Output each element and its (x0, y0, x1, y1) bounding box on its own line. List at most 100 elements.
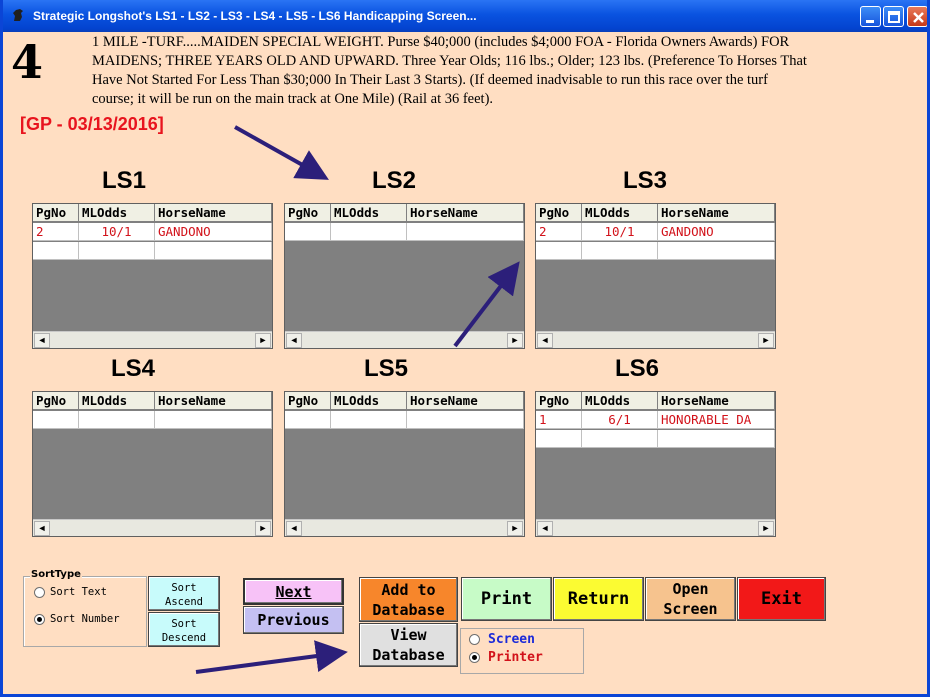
table-row[interactable]: 2 10/1 GANDONO (33, 223, 272, 241)
table-row[interactable] (536, 242, 775, 260)
title-bar[interactable]: Strategic Longshot's LS1 - LS2 - LS3 - L… (3, 0, 927, 32)
cell-odds[interactable] (582, 430, 658, 448)
scroll-right-icon[interactable]: ► (255, 333, 271, 348)
exit-button[interactable]: Exit (737, 577, 826, 621)
column-header-horsename[interactable]: HorseName (407, 204, 524, 222)
horizontal-scrollbar[interactable]: ◄ ► (33, 519, 272, 536)
cell-horse[interactable] (658, 242, 775, 260)
scroll-right-icon[interactable]: ► (758, 521, 774, 536)
horizontal-scrollbar[interactable]: ◄ ► (536, 519, 775, 536)
cell-horse[interactable] (407, 411, 524, 429)
table-row[interactable]: 2 10/1 GANDONO (536, 223, 775, 241)
column-header-pgno[interactable]: PgNo (285, 204, 331, 222)
cell-odds[interactable] (79, 242, 155, 260)
column-header-mlodds[interactable]: MLOdds (331, 204, 407, 222)
column-header-horsename[interactable]: HorseName (407, 392, 524, 410)
column-header-pgno[interactable]: PgNo (285, 392, 331, 410)
cell-horse[interactable]: GANDONO (155, 223, 272, 241)
open-screen-button[interactable]: Open Screen (645, 577, 736, 621)
cell-odds[interactable] (79, 411, 155, 429)
print-button[interactable]: Print (461, 577, 552, 621)
scroll-right-icon[interactable]: ► (255, 521, 271, 536)
scroll-left-icon[interactable]: ◄ (286, 333, 302, 348)
table-row[interactable]: 1 6/1 HONORABLE DA (536, 411, 775, 429)
scroll-right-icon[interactable]: ► (507, 333, 523, 348)
ls1-grid[interactable]: PgNo MLOdds HorseName 2 10/1 GANDONO ◄ ► (32, 203, 273, 349)
cell-horse[interactable] (658, 430, 775, 448)
table-row[interactable] (285, 411, 524, 429)
view-database-button[interactable]: View Database (359, 623, 458, 667)
table-row[interactable] (285, 223, 524, 241)
table-row[interactable] (33, 411, 272, 429)
cell-pgno[interactable]: 2 (536, 223, 582, 241)
ls6-grid[interactable]: PgNo MLOdds HorseName 1 6/1 HONORABLE DA ◄ ► (535, 391, 776, 537)
cell-pgno[interactable]: 1 (536, 411, 582, 429)
maximize-icon[interactable] (883, 6, 904, 27)
scroll-left-icon[interactable]: ◄ (286, 521, 302, 536)
cell-pgno[interactable] (33, 411, 79, 429)
scroll-left-icon[interactable]: ◄ (34, 521, 50, 536)
ls4-grid[interactable]: PgNo MLOdds HorseName ◄ ► (32, 391, 273, 537)
screen-label[interactable]: Screen (488, 632, 535, 647)
scroll-right-icon[interactable]: ► (758, 333, 774, 348)
column-header-horsename[interactable]: HorseName (658, 392, 775, 410)
column-header-horsename[interactable]: HorseName (155, 204, 272, 222)
return-button[interactable]: Return (553, 577, 644, 621)
cell-pgno[interactable] (285, 223, 331, 241)
sort-text-radio[interactable] (34, 587, 45, 598)
cell-horse[interactable] (407, 223, 524, 241)
horizontal-scrollbar[interactable]: ◄ ► (285, 519, 524, 536)
cell-odds[interactable] (331, 223, 407, 241)
column-header-pgno[interactable]: PgNo (33, 392, 79, 410)
sort-number-label[interactable]: Sort Number (50, 613, 120, 625)
cell-odds[interactable] (331, 411, 407, 429)
printer-radio[interactable] (469, 652, 480, 663)
column-header-mlodds[interactable]: MLOdds (79, 204, 155, 222)
cell-pgno[interactable] (33, 242, 79, 260)
scroll-left-icon[interactable]: ◄ (34, 333, 50, 348)
ls2-grid[interactable]: PgNo MLOdds HorseName ◄ ► (284, 203, 525, 349)
close-icon[interactable] (907, 6, 927, 27)
sort-ascend-button[interactable]: Sort Ascend (148, 576, 220, 611)
cell-odds[interactable] (582, 242, 658, 260)
column-header-pgno[interactable]: PgNo (33, 204, 79, 222)
add-to-database-button[interactable]: Add to Database (359, 577, 458, 622)
column-header-mlodds[interactable]: MLOdds (582, 204, 658, 222)
cell-odds[interactable]: 10/1 (582, 223, 658, 241)
horizontal-scrollbar[interactable]: ◄ ► (536, 331, 775, 348)
table-row[interactable] (536, 430, 775, 448)
cell-horse[interactable] (155, 242, 272, 260)
column-header-mlodds[interactable]: MLOdds (331, 392, 407, 410)
scroll-right-icon[interactable]: ► (507, 521, 523, 536)
cell-pgno[interactable]: 2 (33, 223, 79, 241)
column-header-pgno[interactable]: PgNo (536, 392, 582, 410)
screen-radio[interactable] (469, 634, 480, 645)
table-row[interactable] (33, 242, 272, 260)
next-button[interactable]: Next (243, 578, 344, 605)
cell-odds[interactable]: 10/1 (79, 223, 155, 241)
cell-odds[interactable]: 6/1 (582, 411, 658, 429)
previous-button[interactable]: Previous (243, 606, 344, 634)
column-header-mlodds[interactable]: MLOdds (582, 392, 658, 410)
cell-horse[interactable] (155, 411, 272, 429)
cell-pgno[interactable] (536, 242, 582, 260)
cell-horse[interactable]: HONORABLE DA (658, 411, 775, 429)
minimize-icon[interactable] (860, 6, 881, 27)
sort-text-label[interactable]: Sort Text (50, 586, 107, 598)
sort-descend-button[interactable]: Sort Descend (148, 612, 220, 647)
column-header-mlodds[interactable]: MLOdds (79, 392, 155, 410)
scroll-left-icon[interactable]: ◄ (537, 521, 553, 536)
printer-label[interactable]: Printer (488, 650, 543, 665)
column-header-horsename[interactable]: HorseName (155, 392, 272, 410)
cell-pgno[interactable] (285, 411, 331, 429)
scroll-left-icon[interactable]: ◄ (537, 333, 553, 348)
ls5-grid[interactable]: PgNo MLOdds HorseName ◄ ► (284, 391, 525, 537)
sort-number-radio[interactable] (34, 614, 45, 625)
horizontal-scrollbar[interactable]: ◄ ► (285, 331, 524, 348)
cell-horse[interactable]: GANDONO (658, 223, 775, 241)
cell-pgno[interactable] (536, 430, 582, 448)
column-header-horsename[interactable]: HorseName (658, 204, 775, 222)
ls3-grid[interactable]: PgNo MLOdds HorseName 2 10/1 GANDONO ◄ ► (535, 203, 776, 349)
horizontal-scrollbar[interactable]: ◄ ► (33, 331, 272, 348)
column-header-pgno[interactable]: PgNo (536, 204, 582, 222)
